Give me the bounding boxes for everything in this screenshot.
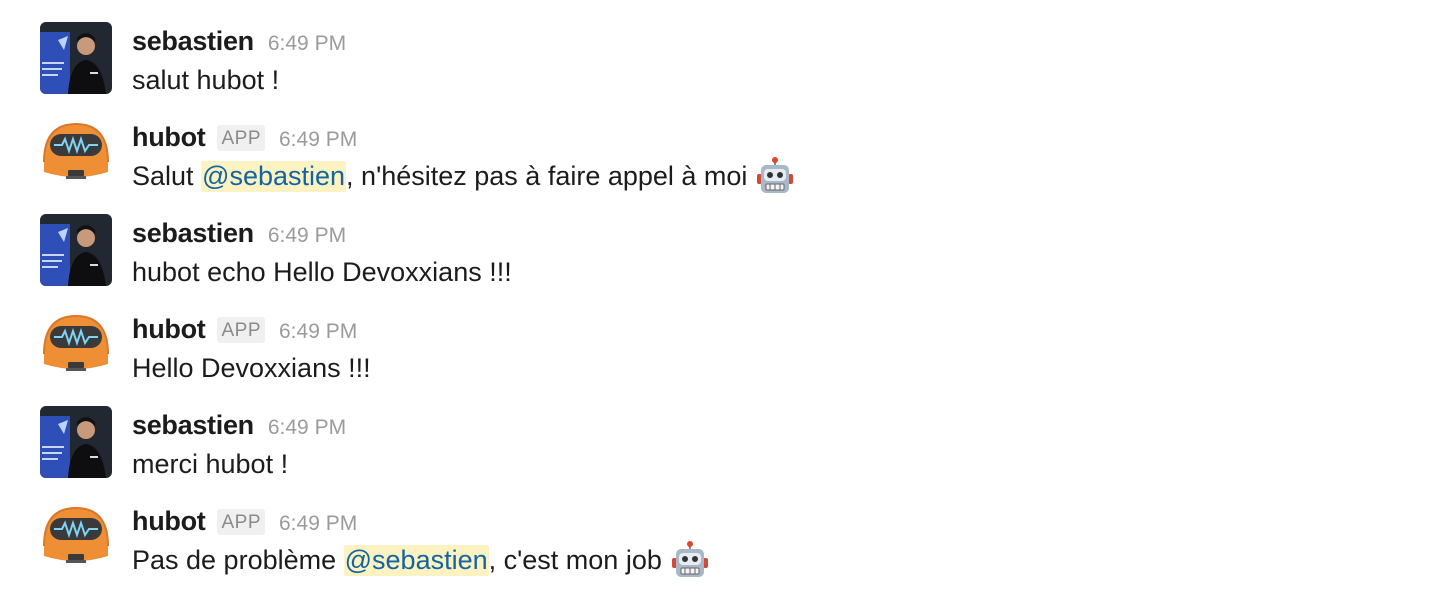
- avatar[interactable]: [40, 502, 112, 574]
- app-badge: APP: [217, 509, 265, 535]
- message-body: hubot echo Hello Devoxxians !!!: [132, 256, 512, 287]
- timestamp[interactable]: 6:49 PM: [279, 128, 357, 152]
- app-badge: APP: [217, 317, 265, 343]
- message-text: Salut @sebastien , n'hésitez pas à faire…: [132, 157, 795, 194]
- user-photo-avatar-icon: [40, 214, 112, 286]
- message-body: , c'est mon job: [488, 544, 662, 575]
- message-item: hubot APP 6:49 PM Pas de problème @sebas…: [0, 502, 1436, 592]
- message-body: , n'hésitez pas à faire appel à moi: [346, 160, 748, 191]
- message-item: sebastien 6:49 PM hubot echo Hello Devox…: [0, 214, 1436, 304]
- robot-face-icon: [757, 157, 794, 193]
- message-text: Pas de problème @sebastien , c'est mon j…: [132, 541, 710, 578]
- hubot-avatar-icon: [40, 502, 112, 574]
- author-name[interactable]: sebastien: [132, 218, 254, 249]
- app-badge: APP: [217, 125, 265, 151]
- message-text: hubot echo Hello Devoxxians !!!: [132, 254, 512, 290]
- avatar[interactable]: [40, 214, 112, 286]
- timestamp[interactable]: 6:49 PM: [268, 416, 346, 440]
- author-name[interactable]: hubot: [132, 122, 206, 153]
- timestamp[interactable]: 6:49 PM: [268, 32, 346, 56]
- author-name[interactable]: sebastien: [132, 410, 254, 441]
- message-item: sebastien 6:49 PM merci hubot !: [0, 406, 1436, 496]
- timestamp[interactable]: 6:49 PM: [279, 512, 357, 536]
- message-item: sebastien 6:49 PM salut hubot !: [0, 22, 1436, 112]
- message-list: sebastien 6:49 PM salut hubot ! hubot AP…: [0, 0, 1436, 614]
- user-photo-avatar-icon: [40, 406, 112, 478]
- timestamp[interactable]: 6:49 PM: [279, 320, 357, 344]
- message-body: Pas de problème: [132, 544, 344, 575]
- message-item: hubot APP 6:49 PM Salut @sebastien , n'h…: [0, 118, 1436, 208]
- message-text: Hello Devoxxians !!!: [132, 350, 371, 386]
- user-photo-avatar-icon: [40, 22, 112, 94]
- avatar[interactable]: [40, 406, 112, 478]
- hubot-avatar-icon: [40, 310, 112, 382]
- avatar[interactable]: [40, 22, 112, 94]
- user-mention[interactable]: @sebastien: [343, 544, 489, 576]
- message-body: Hello Devoxxians !!!: [132, 352, 371, 383]
- message-text: salut hubot !: [132, 62, 279, 98]
- avatar[interactable]: [40, 310, 112, 382]
- message-text: merci hubot !: [132, 446, 288, 482]
- message-item: hubot APP 6:49 PM Hello Devoxxians !!!: [0, 310, 1436, 400]
- message-body: salut hubot !: [132, 64, 280, 95]
- timestamp[interactable]: 6:49 PM: [268, 224, 346, 248]
- author-name[interactable]: hubot: [132, 314, 206, 345]
- hubot-avatar-icon: [40, 118, 112, 190]
- robot-face-icon: [671, 541, 708, 577]
- avatar[interactable]: [40, 118, 112, 190]
- message-body: merci hubot !: [132, 448, 289, 479]
- user-mention[interactable]: @sebastien: [201, 160, 347, 192]
- author-name[interactable]: sebastien: [132, 26, 254, 57]
- author-name[interactable]: hubot: [132, 506, 206, 537]
- message-body: Salut: [132, 160, 202, 191]
